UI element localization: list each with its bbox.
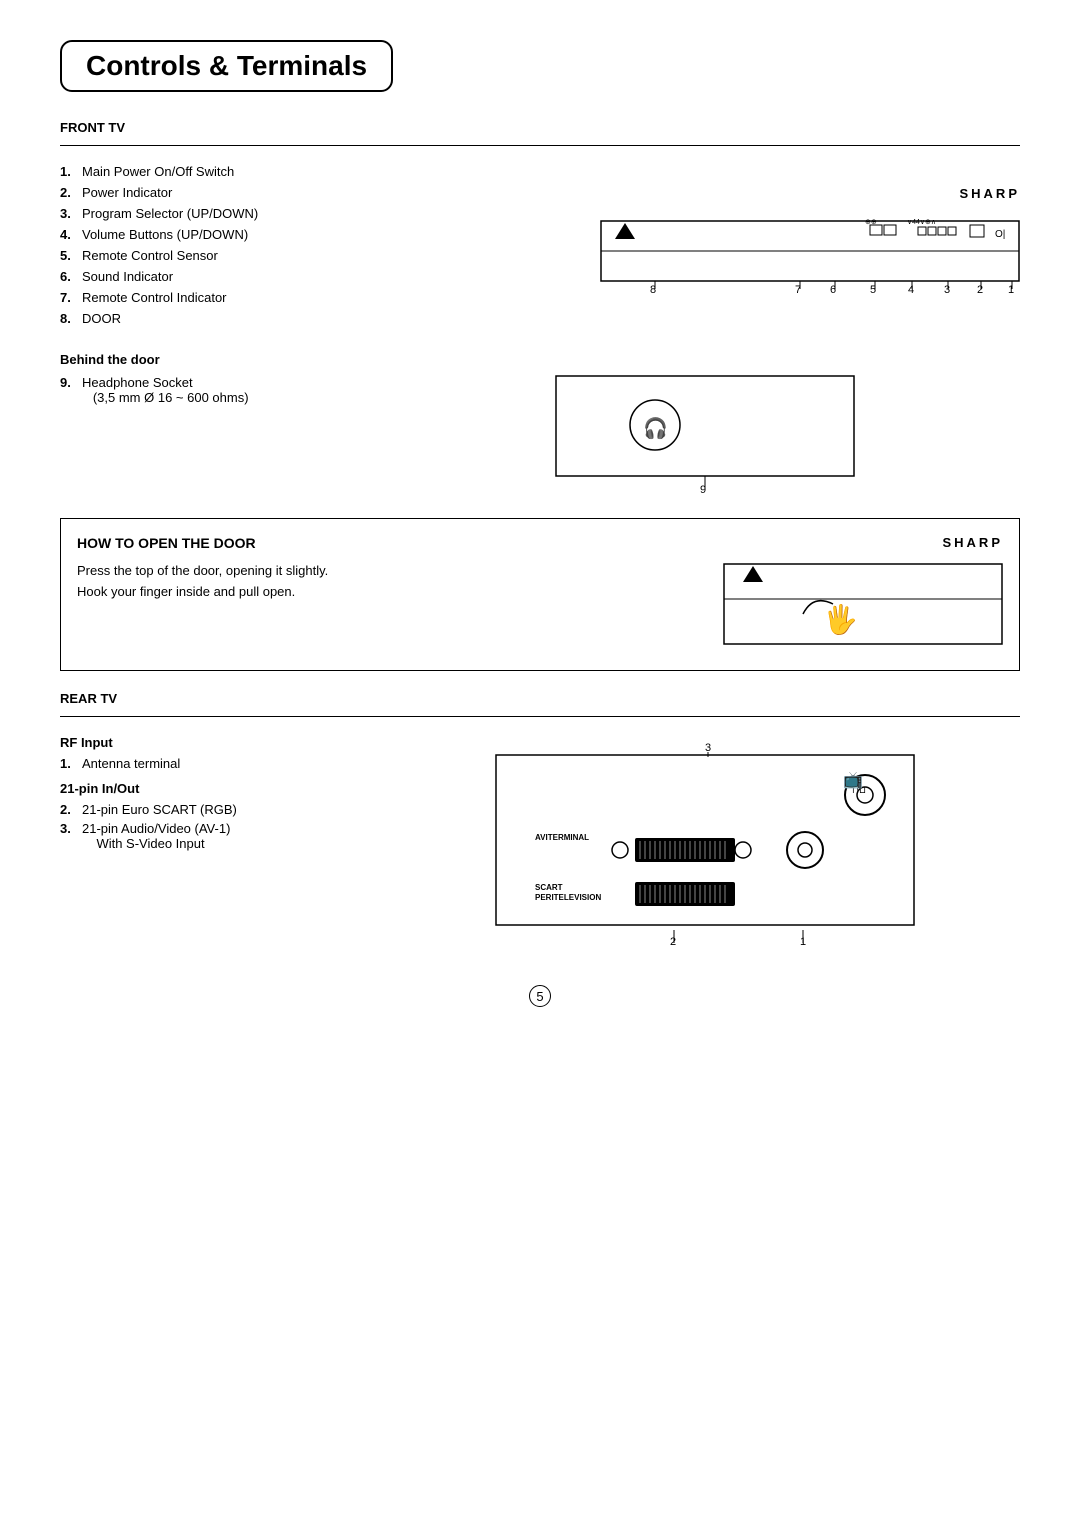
svg-text:2: 2 <box>670 936 676 948</box>
rear-tv-list: RF Input 1. Antenna terminal 21-pin In/O… <box>60 735 360 851</box>
behind-door-diagram: 🎧 9 <box>390 375 1020 498</box>
behind-door-section: Behind the door 9. Headphone Socket (3,5… <box>60 352 1020 498</box>
svg-text:O|: O| <box>995 229 1005 240</box>
svg-text:3: 3 <box>944 284 950 296</box>
list-item: 7. Remote Control Indicator <box>60 290 360 305</box>
list-item: 6. Sound Indicator <box>60 269 360 284</box>
behind-door-svg: 🎧 9 <box>555 375 855 495</box>
front-tv-diagram: O| ⊕⊕ ∨44∨⊕∧ 8 7 6 5 4 3 2 1 <box>600 211 1020 311</box>
sharp-logo: SHARP <box>959 186 1020 201</box>
list-item: 9. Headphone Socket (3,5 mm Ø 16 ~ 600 o… <box>60 375 360 405</box>
rear-tv-diagram: 3 ⊓⊔ 📺 AVITERMINAL <box>495 735 915 955</box>
svg-text:4: 4 <box>908 284 914 296</box>
behind-door-list: 9. Headphone Socket (3,5 mm Ø 16 ~ 600 o… <box>60 375 360 405</box>
svg-text:∨44∨⊕∧: ∨44∨⊕∧ <box>907 219 936 226</box>
svg-text:🎧: 🎧 <box>643 416 668 440</box>
svg-text:🖐: 🖐 <box>823 602 858 637</box>
list-item: 8. DOOR <box>60 311 360 326</box>
how-to-open-text: Press the top of the door, opening it sl… <box>77 561 397 603</box>
svg-text:PERITELEVISION: PERITELEVISION <box>535 893 601 902</box>
svg-text:📺: 📺 <box>843 771 863 789</box>
page-title: Controls & Terminals <box>60 40 393 92</box>
svg-text:AVITERMINAL: AVITERMINAL <box>535 833 589 842</box>
list-item: 3. Program Selector (UP/DOWN) <box>60 206 360 221</box>
behind-door-header: Behind the door <box>60 352 1020 367</box>
rear-tv-diagram-area: 3 ⊓⊔ 📺 AVITERMINAL <box>390 735 1020 955</box>
sharp-logo-2: SHARP <box>942 535 1003 550</box>
front-tv-header: FRONT TV <box>60 120 1020 135</box>
front-tv-section: FRONT TV 1. Main Power On/Off Switch 2. … <box>60 120 1020 332</box>
pin-in-out-header: 21-pin In/Out <box>60 781 360 796</box>
how-to-open-left: HOW TO OPEN THE DOOR Press the top of th… <box>77 535 397 654</box>
list-item: 4. Volume Buttons (UP/DOWN) <box>60 227 360 242</box>
rear-tv-header: REAR TV <box>60 691 1020 706</box>
list-item: 1. Main Power On/Off Switch <box>60 164 360 179</box>
how-to-open-section: HOW TO OPEN THE DOOR Press the top of th… <box>60 518 1020 671</box>
list-item: 2. Power Indicator <box>60 185 360 200</box>
how-to-open-diagram: 🖐 <box>723 554 1003 654</box>
rear-tv-section: REAR TV RF Input 1. Antenna terminal 21-… <box>60 691 1020 955</box>
front-tv-diagram-area: SHARP O| <box>390 164 1020 332</box>
list-item: 5. Remote Control Sensor <box>60 248 360 263</box>
page-number-area: 5 <box>60 985 1020 1007</box>
page-number: 5 <box>529 985 551 1007</box>
how-to-open-right: SHARP 🖐 <box>417 535 1003 654</box>
list-item: 1. Antenna terminal <box>60 756 360 771</box>
svg-text:⊕⊕: ⊕⊕ <box>865 219 877 226</box>
svg-text:1: 1 <box>1008 284 1014 296</box>
svg-text:2: 2 <box>977 284 983 296</box>
list-item: 2. 21-pin Euro SCART (RGB) <box>60 802 360 817</box>
front-tv-items: 1. Main Power On/Off Switch 2. Power Ind… <box>60 164 360 326</box>
svg-text:SCART: SCART <box>535 883 563 892</box>
front-tv-list: 1. Main Power On/Off Switch 2. Power Ind… <box>60 164 360 332</box>
rf-input-header: RF Input <box>60 735 360 750</box>
list-item: 3. 21-pin Audio/Video (AV-1) With S-Vide… <box>60 821 360 851</box>
how-to-open-title: HOW TO OPEN THE DOOR <box>77 535 397 551</box>
